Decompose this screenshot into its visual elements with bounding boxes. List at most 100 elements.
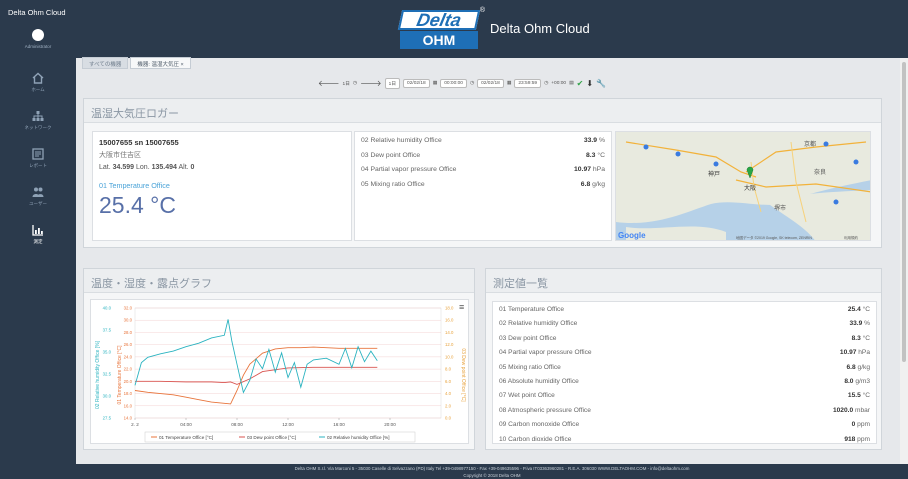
y-tick-label-humidity: 27.5	[103, 416, 112, 421]
measurement-name: 09 Carbon monoxide Office	[499, 421, 580, 429]
measurement-unit: %	[864, 320, 870, 328]
measurement-unit: ppm	[857, 421, 870, 429]
list-item: 04 Partial vapor pressure Office 10.97 hP…	[361, 166, 605, 173]
grid-icon[interactable]: ▤	[569, 81, 574, 86]
legend-item-humidity[interactable]: 02 Relative humidity Office [%]	[327, 435, 389, 440]
measurement-name: 10 Carbon dioxide Office	[499, 435, 572, 443]
close-icon[interactable]: ×	[181, 62, 184, 68]
location-map[interactable]: 神戸 大阪 奈良 京都 堺市 Google 地図データ ©2019 Google…	[615, 131, 871, 241]
measurement-value: 918	[844, 435, 856, 443]
svg-text:地図データ ©2019 Google, SK telecom: 地図データ ©2019 Google, SK telecom, ZENRIN	[736, 235, 812, 240]
scrollbar-thumb[interactable]	[902, 62, 906, 362]
table-row: 02 Relative humidity Office 33.9 %	[499, 320, 870, 334]
timezone-label[interactable]: +00:00	[551, 81, 566, 86]
sidebar-item-home[interactable]: ホーム	[0, 68, 76, 106]
measurement-value: 8.0	[844, 377, 854, 385]
measurement-name: 07 Wet point Office	[499, 392, 555, 400]
footer-copyright: Copyright © 2018 Delta OHM	[463, 473, 521, 478]
legend-item-dewpoint[interactable]: 03 Dew point Office [°C]	[247, 435, 296, 440]
svg-text:利用規約: 利用規約	[844, 235, 858, 240]
y-tick-label-temperature: 30.0	[124, 318, 133, 323]
sidebar-item-label: ネットワーク	[24, 125, 52, 130]
x-tick-label: 16:00	[333, 422, 345, 427]
date-to-input[interactable]: 02/02/18	[477, 78, 504, 88]
date-toolbar: 🡐 1日 ◷ 🡒 1日 02/02/18 ▦ 00:00:00 ◷ 02/02/…	[318, 77, 606, 89]
x-tick-label: 08:00	[231, 422, 243, 427]
main-probe-label: 01 Temperature Office	[99, 181, 170, 190]
tab-all-devices[interactable]: すべての機器	[82, 57, 129, 69]
delta-ohm-logo: Delta OHM ®	[397, 7, 485, 50]
list-item: 03 Dew point Office 8.3 °C	[361, 151, 605, 159]
main-probe-value: 25.4 °C	[99, 192, 176, 218]
y-tick-label-dewpoint: 2.0	[445, 403, 452, 408]
x-tick-label: 04:00	[180, 422, 192, 427]
calendar-icon[interactable]: ▦	[433, 81, 438, 86]
user-name[interactable]: Administrator	[0, 44, 76, 50]
time-to-input[interactable]: 23:59:59	[514, 78, 542, 88]
step-label[interactable]: 1日	[342, 80, 349, 87]
sidebar: Delta Ohm Cloud Administrator ホーム ネットワーク…	[0, 0, 76, 479]
measurement-unit: g/m3	[855, 377, 870, 385]
y-tick-label-humidity: 37.5	[103, 328, 112, 333]
table-row: 07 Wet point Office 15.5 °C	[499, 392, 870, 406]
panel-title: 測定値一覧	[486, 269, 881, 293]
measurement-name: 02 Relative humidity Office	[499, 320, 578, 328]
wrench-icon[interactable]: 🔧	[596, 79, 606, 88]
x-tick-label: 2. 2	[131, 422, 139, 427]
measurement-summary: 02 Relative humidity Office 33.9 % 03 Dew…	[354, 131, 612, 241]
measurement-value: 25.4	[847, 306, 861, 313]
avatar[interactable]	[32, 29, 44, 41]
y-tick-label-dewpoint: 0.0	[445, 416, 452, 421]
chart-svg[interactable]: 32.0 18.0 30.0 16.0 28.0 14.0 26.0 12.0 24.0 10.0…	[91, 300, 470, 445]
device-address: 大阪市住吉区	[99, 152, 141, 159]
device-serial: 15007655 sn 15007655	[99, 138, 179, 147]
y-axis-humidity-title: 02 Relative humidity Office [%]	[95, 340, 101, 409]
svg-text:堺市: 堺市	[774, 204, 786, 212]
network-icon	[32, 111, 44, 121]
sidebar-item-users[interactable]: ユーザー	[0, 182, 76, 220]
y-tick-label-humidity: 30.0	[103, 394, 112, 399]
tab-bar: すべての機器 機器: 温湿大気圧 ×	[82, 57, 191, 69]
measurement-value: 1020.0	[832, 406, 854, 414]
date-from-input[interactable]: 02/02/18	[403, 78, 430, 88]
chart-legend: 01 Temperature Office [°C] 03 Dew point …	[144, 431, 416, 443]
panel-title: 温湿大気圧ロガー	[84, 99, 881, 123]
user-profile[interactable]: Administrator	[0, 29, 76, 50]
sidebar-item-report[interactable]: レポート	[0, 144, 76, 182]
legend-item-temperature[interactable]: 01 Temperature Office [°C]	[159, 435, 213, 440]
footer-contact: Delta OHM S.r.l. Via Marconi 5 - 35030 C…	[294, 466, 690, 471]
chart-panel: 温度・湿度・露点グラフ 32.0 18.0 30.0 16.0 28.0 14.0 26.0…	[83, 268, 475, 450]
device-info: 15007655 sn 15007655 大阪市住吉区 Lat. 34.599 …	[92, 131, 352, 241]
measurement-name: 03 Dew point Office	[499, 334, 557, 342]
y-tick-label-humidity: 35.0	[103, 350, 112, 355]
table-row: 08 Atmospheric pressure Office 1020.0 mba…	[499, 407, 870, 421]
page-scrollbar[interactable]	[900, 58, 908, 464]
measurement-value: 33.9	[849, 320, 863, 328]
calendar-icon[interactable]: ▦	[507, 81, 512, 86]
sidebar-item-measurements[interactable]: 測定	[0, 220, 76, 258]
measurement-name: 04 Partial vapor pressure Office	[499, 349, 592, 357]
download-icon[interactable]: ⬇	[586, 79, 593, 88]
refresh-icon[interactable]: ✔	[577, 79, 584, 88]
line-chart[interactable]: 32.0 18.0 30.0 16.0 28.0 14.0 26.0 12.0 24.0 10.0…	[90, 299, 469, 444]
chart-menu-icon[interactable]: ≡	[459, 302, 464, 312]
measurement-value: 15.5	[847, 392, 861, 400]
y-tick-label-dewpoint: 6.0	[445, 379, 452, 384]
y-tick-label-dewpoint: 10.0	[445, 354, 454, 359]
sidebar-item-network[interactable]: ネットワーク	[0, 106, 76, 144]
clock-icon: ◷	[469, 80, 475, 86]
table-row: 06 Absolute humidity Office 8.0 g/m3	[499, 378, 870, 392]
measurement-unit: °C	[862, 392, 870, 400]
y-tick-label-dewpoint: 14.0	[445, 330, 454, 335]
y-tick-label-temperature: 22.0	[124, 367, 133, 372]
measurement-name: 08 Atmospheric pressure Office	[499, 406, 591, 414]
measurement-name: 05 Mixing ratio Office	[499, 363, 561, 371]
sidebar-item-label: ユーザー	[29, 201, 47, 206]
tab-device[interactable]: 機器: 温湿大気圧 ×	[130, 57, 191, 69]
map-canvas[interactable]: 神戸 大阪 奈良 京都 堺市 Google 地図データ ©2019 Google…	[616, 132, 871, 241]
arrow-left-icon[interactable]: 🡐	[318, 78, 339, 88]
time-from-input[interactable]: 00:00:00	[440, 78, 467, 88]
range-select[interactable]: 1日	[384, 77, 401, 89]
arrow-right-icon[interactable]: 🡒	[360, 78, 381, 88]
sidebar-item-label: ホーム	[31, 87, 45, 92]
